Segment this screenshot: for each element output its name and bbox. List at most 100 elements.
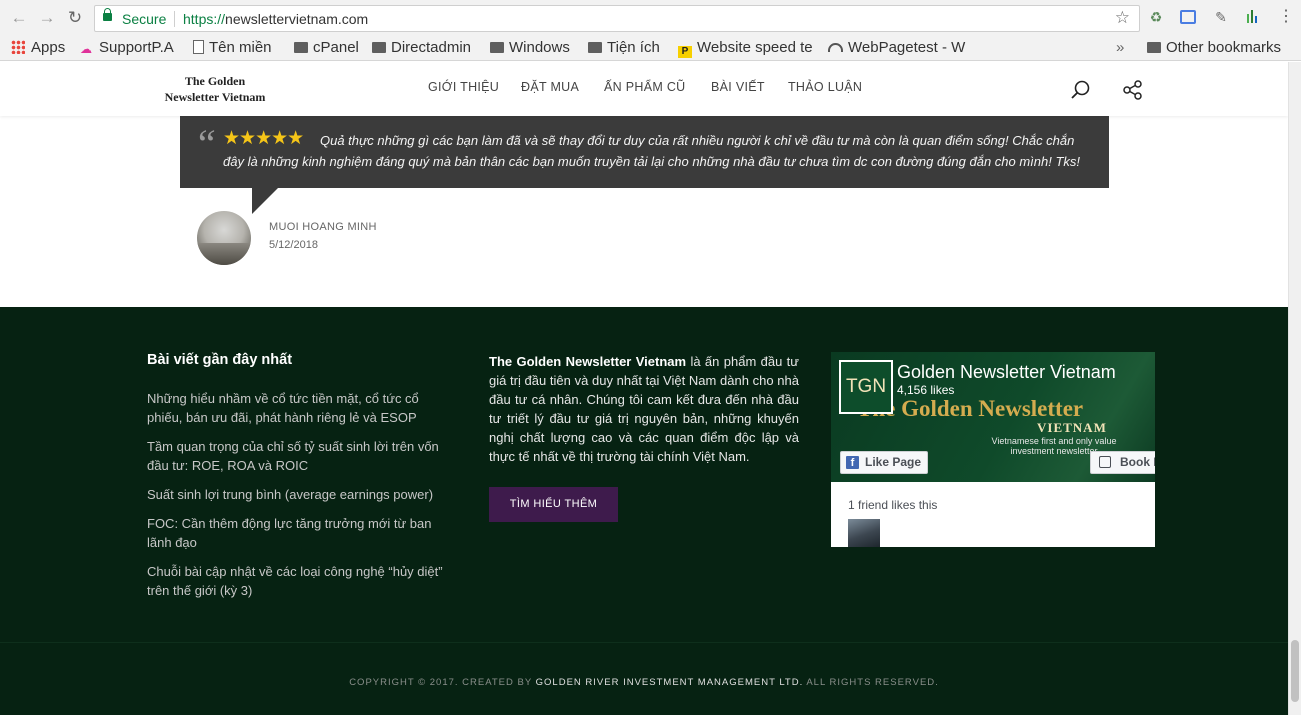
bookmark-directadmin[interactable]: Directadmin [372, 38, 471, 58]
recent-posts-title: Bài viết gần đây nhất [147, 352, 293, 368]
browser-menu-icon[interactable]: ⋮ [1278, 7, 1294, 27]
bookmark-tien-ich[interactable]: Tiện ích [588, 38, 660, 58]
copyright-text: COPYRIGHT © 2017. CREATED BY GOLDEN RIVE… [0, 677, 1288, 688]
menu-item-gioi-thieu[interactable]: GIỚI THIỆU [428, 80, 499, 94]
scrollbar-thumb[interactable] [1291, 640, 1299, 702]
apps-grid-icon [11, 40, 25, 54]
share-icon[interactable] [1122, 79, 1144, 101]
pagespeed-icon: P [678, 46, 692, 58]
cover-subtitle: VIETNAM [1037, 420, 1107, 435]
bookmark-label: Windows [509, 39, 570, 56]
avatar [197, 211, 251, 265]
recycle-extension-icon[interactable]: ♻ [1147, 8, 1165, 26]
facebook-f-icon: f [846, 456, 859, 469]
facebook-like-count: 4,156 likes [897, 383, 955, 397]
bookmark-ten-mien[interactable]: Tên miền [193, 38, 272, 58]
logo-line-2: Newsletter Vietnam [164, 90, 266, 104]
page-scrollbar[interactable] [1288, 62, 1301, 715]
bookmark-star-icon[interactable]: ☆ [1115, 8, 1130, 28]
recent-post-link[interactable]: FOC: Cần thêm động lực tăng trưởng mới t… [147, 514, 457, 552]
facebook-page-logo[interactable]: TGN [839, 360, 893, 414]
logo-line-1: The Golden [184, 74, 246, 88]
reload-icon[interactable]: ↻ [65, 8, 85, 28]
folder-icon [372, 42, 386, 53]
like-page-label: Like Page [865, 455, 922, 469]
bookmark-label: WebPagetest - W [848, 39, 966, 56]
about-body: là ấn phẩm đầu tư giá trị đầu tiên và du… [489, 354, 799, 464]
learn-more-button[interactable]: TÌM HIỂU THÊM [489, 487, 618, 522]
recent-post-link[interactable]: Suất sinh lợi trung bình (average earnin… [147, 485, 457, 504]
facebook-friends-text: 1 friend likes this [848, 498, 938, 512]
support-icon: ☁ [80, 42, 92, 56]
facebook-page-name[interactable]: Golden Newsletter Vietnam [897, 362, 1116, 383]
search-icon[interactable] [1070, 79, 1092, 101]
bookmark-windows[interactable]: Windows [490, 38, 570, 58]
url-host: newslettervietnam.com [225, 11, 369, 27]
quote-mark-icon: “ [194, 121, 217, 166]
bookmark-webpagetest[interactable]: WebPagetest - W [828, 38, 966, 58]
page-icon [193, 40, 204, 54]
copyright-company-link[interactable]: GOLDEN RIVER INVESTMENT MANAGEMENT LTD. [536, 677, 804, 688]
bookmark-other[interactable]: Other bookmarks [1147, 38, 1281, 58]
bookmark-label: Tên miền [209, 39, 272, 56]
folder-icon [490, 42, 504, 53]
menu-item-dat-mua[interactable]: ĐẶT MUA [521, 80, 579, 94]
recent-post-link[interactable]: Những hiểu nhầm về cổ tức tiền mặt, cổ t… [147, 389, 457, 427]
address-bar[interactable]: Secure https://newslettervietnam.com ☆ [94, 5, 1140, 32]
testimonial-box: “ ★★★★★ Quả thực những gì các bạn làm đã… [180, 116, 1109, 188]
folder-icon [588, 42, 602, 53]
translate-extension-icon[interactable] [1180, 10, 1196, 24]
testimonial-author: MUOI HOANG MINH [269, 221, 377, 233]
recent-posts-list: Những hiểu nhầm về cổ tức tiền mặt, cổ t… [147, 389, 457, 610]
recent-post-link[interactable]: Chuỗi bài cập nhật về các loại công nghệ… [147, 562, 457, 600]
about-brand: The Golden Newsletter Vietnam [489, 354, 687, 369]
bookmarks-bar: Apps ☁ SupportP.A Tên miền cPanel Directa… [0, 36, 1301, 61]
forward-arrow-icon[interactable]: → [37, 8, 57, 28]
bookmark-website-speed[interactable]: P Website speed te [678, 38, 816, 58]
url-text[interactable]: https://newslettervietnam.com [183, 11, 368, 27]
footer-divider [0, 642, 1288, 643]
menu-item-bai-viet[interactable]: BÀI VIẾT [711, 80, 765, 94]
about-text: The Golden Newsletter Vietnam là ấn phẩm… [489, 352, 799, 466]
folder-icon [1147, 42, 1161, 53]
bookmark-apps[interactable]: Apps [11, 38, 65, 58]
facebook-cover-image[interactable]: The Golden Newsletter VIETNAM Vietnamese… [831, 352, 1155, 482]
bookmark-label: cPanel [313, 39, 359, 56]
bookmark-label: Directadmin [391, 39, 472, 56]
secure-label: Secure [122, 11, 167, 27]
bookmark-label: Tiện ích [607, 39, 660, 56]
bookmark-label: Other bookmarks [1166, 39, 1282, 56]
lock-icon [103, 8, 112, 21]
url-protocol: https:// [183, 11, 226, 27]
testimonial-tail [252, 188, 278, 214]
gauge-icon [828, 43, 843, 52]
recent-post-link[interactable]: Tầm quan trọng của chỉ số tỷ suất sinh l… [147, 437, 457, 475]
browser-toolbar: ← → ↻ Secure https://newslettervietnam.c… [0, 0, 1301, 36]
site-header: The Golden Newsletter Vietnam GIỚI THIỆU… [0, 62, 1288, 116]
site-logo[interactable]: The Golden Newsletter Vietnam [160, 73, 270, 105]
calendar-icon [1099, 456, 1111, 468]
web-page: The Golden Newsletter Vietnam GIỚI THIỆU… [0, 62, 1288, 715]
facebook-friend-avatar[interactable] [848, 519, 880, 547]
site-footer: Bài viết gần đây nhất Những hiểu nhầm về… [0, 307, 1288, 715]
facebook-book-button[interactable]: Book N [1090, 451, 1155, 474]
copyright-suffix: ALL RIGHTS RESERVED. [803, 677, 939, 688]
bookmark-supportpa[interactable]: ☁ SupportP.A [80, 38, 174, 58]
menu-item-an-pham-cu[interactable]: ẤN PHẨM CŨ [604, 80, 685, 94]
omnibox-separator [174, 11, 175, 27]
bookmark-label: SupportP.A [99, 39, 174, 56]
bookmarks-overflow-chevron-icon[interactable]: » [1116, 38, 1124, 58]
book-label: Book N [1120, 455, 1155, 469]
back-arrow-icon[interactable]: ← [9, 8, 29, 28]
eyedropper-extension-icon[interactable]: ✎ [1212, 8, 1230, 26]
bookmark-cpanel[interactable]: cPanel [294, 38, 359, 58]
copyright-prefix: COPYRIGHT © 2017. CREATED BY [349, 677, 536, 688]
bookmark-label: Website speed te [697, 39, 813, 56]
facebook-page-widget: The Golden Newsletter VIETNAM Vietnamese… [831, 352, 1155, 547]
facebook-like-page-button[interactable]: f Like Page [840, 451, 928, 474]
chart-extension-icon[interactable] [1244, 8, 1262, 26]
menu-item-thao-luan[interactable]: THẢO LUẬN [788, 80, 862, 94]
bookmark-label: Apps [31, 39, 66, 56]
testimonial-date: 5/12/2018 [269, 239, 318, 251]
folder-icon [294, 42, 308, 53]
